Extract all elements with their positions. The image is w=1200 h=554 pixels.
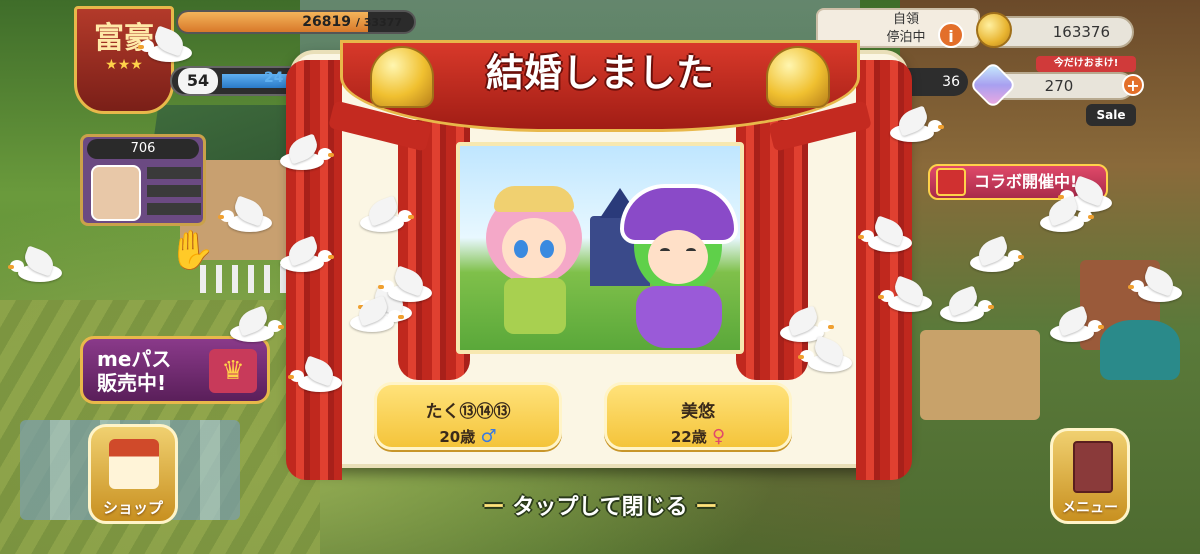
- dove-icon: [378, 265, 442, 306]
- groom-age-line: 20歳 ♂: [377, 426, 559, 447]
- dove-icon: [960, 235, 1024, 276]
- tap-to-close[interactable]: ー タップして閉じる ー: [300, 490, 900, 526]
- sale-badge[interactable]: Sale: [1086, 104, 1136, 126]
- bride-nameplate: 美悠 22歳 ♀: [604, 382, 792, 450]
- gift-icon: [936, 168, 966, 196]
- dove-icon: [220, 305, 284, 346]
- shop-button[interactable]: ショップ: [88, 424, 178, 524]
- bride-name: 美悠: [681, 402, 715, 422]
- groom-hat: [494, 186, 574, 212]
- dove-icon: [270, 133, 334, 174]
- dove-icon: [1040, 305, 1104, 346]
- male-symbol-icon: ♂: [480, 426, 497, 447]
- dove-icon: [138, 25, 202, 66]
- gems-bonus-label: 今だけおまけ!: [1036, 56, 1136, 72]
- avatar: [91, 165, 141, 221]
- groom-face: [502, 218, 566, 278]
- experience-value: 26819: [302, 14, 351, 30]
- bride-face: [648, 230, 708, 284]
- menu-book-icon: [1073, 441, 1113, 493]
- avatar-count: 706: [87, 139, 199, 159]
- bride-eye-left: [660, 248, 670, 254]
- bride-dress: [636, 286, 722, 348]
- dove-icon: [350, 195, 414, 236]
- bride-age: 22歳: [670, 428, 707, 446]
- shop-label: ショップ: [102, 499, 163, 517]
- female-symbol-icon: ♀: [711, 426, 726, 447]
- dialog-title: 結婚しました: [485, 51, 714, 95]
- dash-right: ー: [695, 495, 718, 520]
- avatar-panel[interactable]: 706: [80, 134, 206, 226]
- dash-left: ー: [482, 495, 505, 520]
- groom-name: たく⑬⑭⑬: [425, 402, 511, 422]
- dove-icon: [270, 235, 334, 276]
- wedding-photo: [456, 142, 744, 354]
- crown-icon: ♛: [209, 349, 257, 393]
- dove-icon: [218, 195, 282, 236]
- experience-text: 26819 / 33377: [302, 14, 402, 30]
- cooking-pot: [1100, 320, 1180, 380]
- groom-outfit: [504, 278, 566, 334]
- avatar-stat-lines: [147, 167, 201, 219]
- level-sub-value: 24: [264, 70, 284, 86]
- menu-button[interactable]: メニュー: [1050, 428, 1130, 524]
- info-icon[interactable]: i: [938, 22, 964, 48]
- bride-age-line: 22歳 ♀: [607, 426, 789, 447]
- shop-icon: [109, 439, 159, 489]
- experience-bar: 26819 / 33377: [176, 10, 416, 34]
- dove-icon: [8, 245, 72, 286]
- add-gems-icon[interactable]: +: [1122, 74, 1144, 96]
- menu-label: メニュー: [1062, 500, 1118, 516]
- close-hint-label: タップして閉じる: [512, 495, 688, 520]
- groom-eye-left: [514, 240, 528, 258]
- groom-avatar: [480, 186, 590, 350]
- dove-icon: [858, 215, 922, 256]
- coin-icon: [976, 12, 1012, 48]
- bride-eye-right: [686, 248, 696, 254]
- desk: [920, 330, 1040, 420]
- dove-icon: [798, 335, 862, 376]
- dove-icon: [288, 355, 352, 396]
- groom-nameplate: たく⑬⑭⑬ 20歳 ♂: [374, 382, 562, 450]
- experience-max: / 33377: [355, 16, 402, 29]
- dove-icon: [930, 285, 994, 326]
- points-counter: 36: [908, 68, 968, 96]
- dove-icon: [880, 105, 944, 146]
- level-value: 54: [178, 68, 218, 94]
- mepass-button[interactable]: meパス 販売中! ♛: [80, 336, 270, 404]
- groom-age: 20歳: [439, 428, 476, 446]
- dove-icon: [1030, 195, 1094, 236]
- bride-avatar: [620, 184, 738, 350]
- groom-eye-right: [540, 240, 554, 258]
- hand-icon[interactable]: ✋: [168, 228, 215, 273]
- dove-icon: [1128, 265, 1192, 306]
